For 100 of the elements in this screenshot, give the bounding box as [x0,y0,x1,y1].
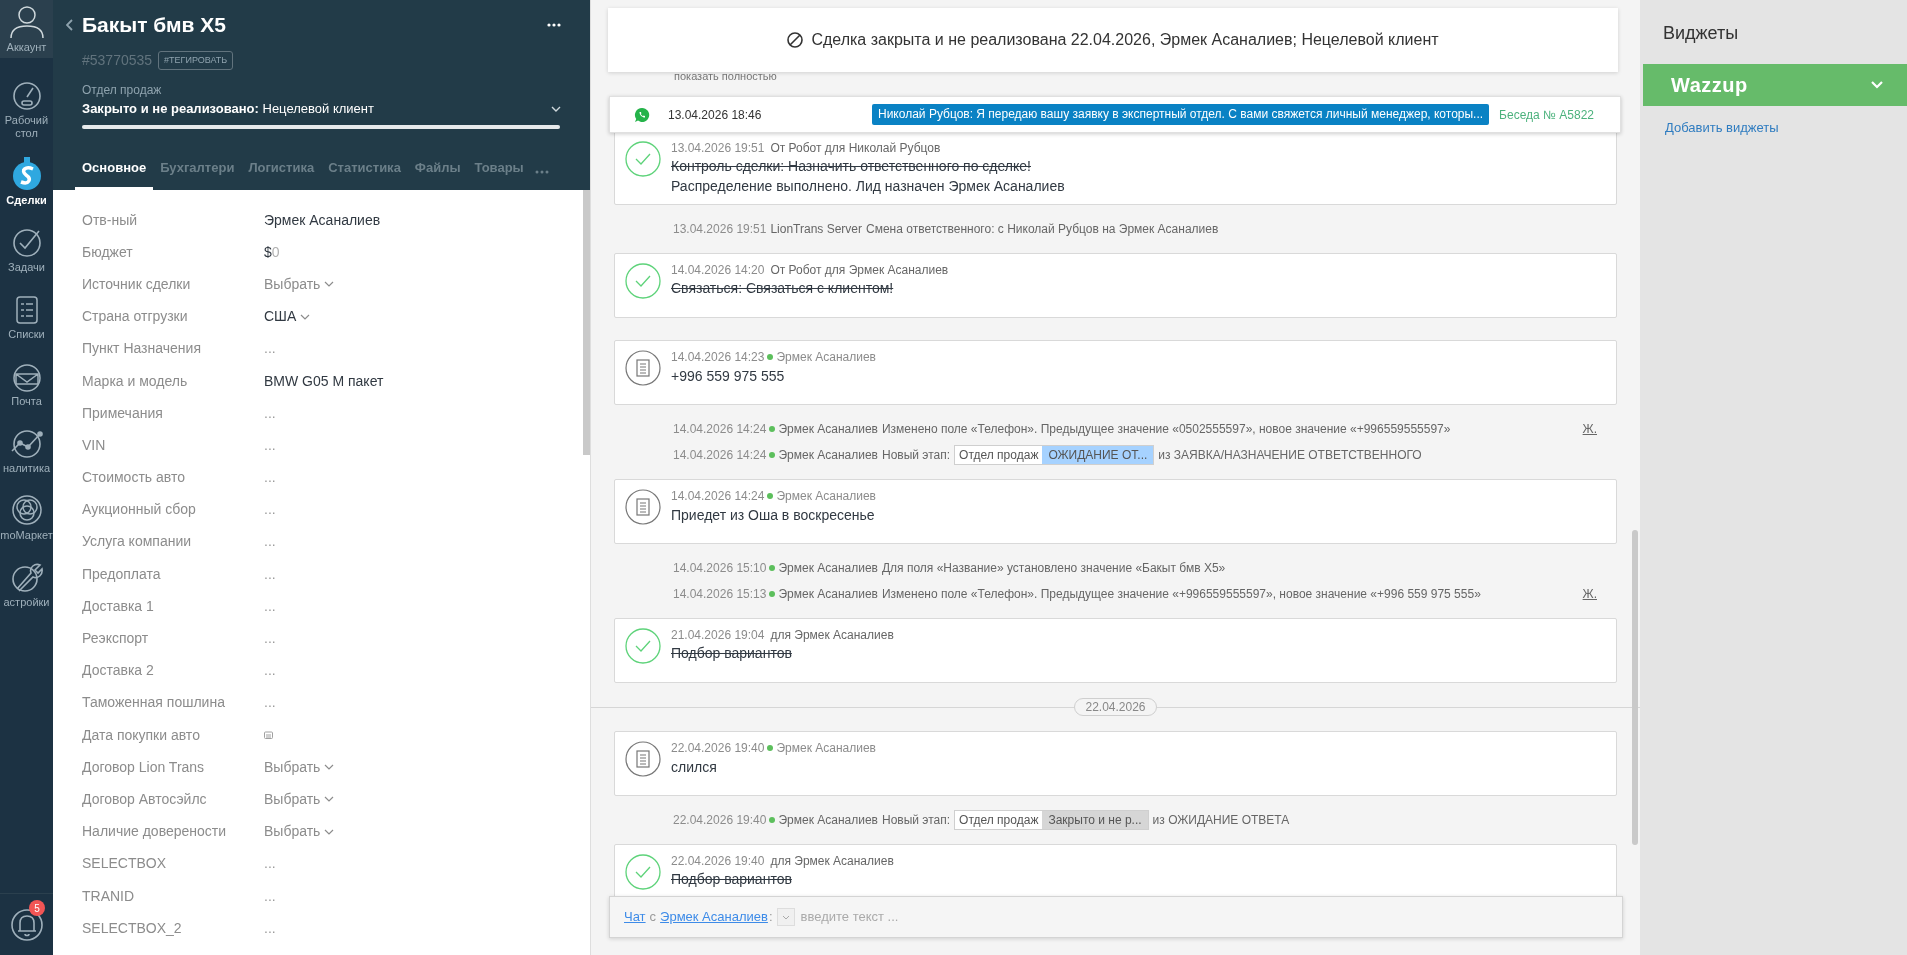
field-label: Страна отгрузки [82,307,189,327]
status-select[interactable]: Закрыто и не реализовано: Нецелевой клиент [82,99,561,119]
field-value[interactable]: ... [264,628,276,650]
field-label: Пункт Назначения [82,339,202,359]
status-banner: Сделка закрыта и не реализована 22.04.2026, Эрмек Асаналиев; Нецелевой клиент [608,8,1618,72]
chat-label: с [649,908,657,927]
check-circle-icon[interactable] [625,141,661,177]
check-circle-icon[interactable] [625,628,661,664]
field-value[interactable]: ... [264,467,276,489]
message-preview[interactable]: Николай Рубцов: Я передаю вашу заявку в экспертный отдел. С вами свяжется личный менеджер, которы... [872,104,1490,125]
task-time: 21.04.2026 19:04 [671,628,765,642]
field-value[interactable]: ... [264,499,276,521]
chevron-icon [324,828,335,835]
field-select[interactable]: США [264,306,311,328]
field-label: Услуга компании [82,532,193,552]
field-value[interactable]: ... [264,595,276,617]
field-value[interactable]: ... [264,692,276,714]
note-meta: 14.04.2026 14:23 Эрмек Асаналиев [671,349,876,365]
event-meta: 22.04.2026 19:40 Эрмек Асаналиев [673,812,878,829]
show-full-link[interactable]: показать полностью [674,70,1617,82]
field-value[interactable]: $0 [264,241,280,263]
field-label: Стоимость авто [82,468,186,488]
field-select[interactable]: Выбрать [264,788,335,810]
tag-button[interactable]: #ТЕГИРОВАТЬ [158,51,234,70]
tab[interactable]: Бухгалтери [153,157,242,190]
field-label: VIN [82,435,107,455]
nav-item[interactable]: moМаркет [0,479,53,546]
note-meta: 14.04.2026 14:24 Эрмек Асаналиев [671,488,876,504]
field-select[interactable]: Выбрать [264,756,335,778]
field-label: Дата покупки авто [82,725,201,745]
chat-bubble-icon [634,106,650,123]
tab[interactable]: Логистика [241,157,322,190]
field-value[interactable]: ... [264,434,276,456]
field-select[interactable]: Выбрать [264,273,335,295]
chat-bar[interactable]: Чат с Эрмек Асаналиев: введите текст ... [609,896,1623,938]
field-label: Отв-ный [82,210,138,230]
nav-item[interactable]: Аккаунт [0,0,53,58]
panel-title: Виджеты [1663,22,1740,45]
nav-item[interactable]: астройки [0,546,53,613]
event-label: Новый этап: [881,447,951,464]
chevron-icon [324,796,335,803]
tab[interactable]: Основное [75,157,154,190]
field-value[interactable]: ... [264,853,276,875]
field-value[interactable]: ... [264,563,276,585]
widget-header[interactable]: Wazzup [1643,64,1907,106]
conversation-link[interactable]: Беседа № A5822 [1499,105,1594,124]
task-meta: для Эрмек Асаналиев [770,628,894,642]
event-label: Новый этап: [881,812,951,829]
note-text: слился [671,758,718,777]
tab[interactable]: Товары [467,157,531,190]
tab[interactable]: Файлы [407,157,468,190]
chevron-icon [781,914,790,920]
check-icon [11,228,42,258]
event-text: из ЗАЯВКА/НАЗНАЧЕНИЕ ОТВЕТСТВЕННОГО [1158,447,1422,464]
field-value[interactable]: ... [264,531,276,553]
field-value[interactable]: ... [264,917,276,939]
task-time: 22.04.2026 19:40 [671,854,765,868]
add-widgets-link[interactable]: Добавить виджеты [1665,118,1907,138]
chevron-icon [324,281,335,288]
note-icon [625,489,661,525]
field-value: BMW G05 M пакет [264,371,384,391]
stage-tag: ОЖИДАНИЕ ОТ... [1042,446,1154,464]
event-text: из ОЖИДАНИЕ ОТВЕТА [1152,812,1290,829]
field-label: SELECTBOX [82,854,168,874]
scrollbar-thumb[interactable] [1632,530,1638,845]
more-icon[interactable] [547,23,561,27]
note-meta: 22.04.2026 19:40 Эрмек Асаналиев [671,740,876,756]
check-circle-icon[interactable] [625,263,661,299]
nav-item[interactable]: налитика [0,412,53,479]
field-value[interactable]: ... [264,338,276,360]
deal-id: #53770535 [82,51,153,70]
calendar-icon[interactable] [264,731,273,740]
check-circle-icon[interactable] [625,854,661,890]
field-label: Наличие доверености [82,822,228,842]
task-meta: От Робот для Николай Рубцов [770,141,941,155]
nav-item[interactable]: Списки [0,278,53,345]
event-meta: 13.04.2026 19:51 LionTrans Server [673,221,862,238]
field-value[interactable]: ... [264,885,276,907]
field-label: Предоплата [82,564,162,584]
nav-item[interactable]: Задачи [0,211,53,278]
task-meta: От Робот для Эрмек Асаналиев [770,263,949,277]
field-label: Реэкспорт [82,629,150,649]
field-label: Договор Lion Trans [82,757,206,777]
message-input[interactable]: введите текст ... [800,907,1608,927]
field-value[interactable]: ... [264,402,276,424]
chat-link[interactable]: Чат [624,907,646,927]
nav-item[interactable]: Рабочий стол [0,58,53,144]
action-link[interactable]: Ж. [1582,585,1597,603]
scrollbar-thumb[interactable] [583,190,590,455]
recipient-dropdown[interactable] [776,908,795,926]
action-link[interactable]: Ж. [1582,420,1597,438]
nav-item[interactable]: Сделки [0,144,53,211]
field-value[interactable]: ... [264,660,276,682]
event-text: Изменено поле «Телефон». Предыдущее значение «+996559555597», новое значение «+996 559 975 555» [881,586,1481,603]
field-select[interactable]: Выбрать [264,821,335,843]
tab[interactable]: Статистика [321,157,408,190]
field-label: Аукционный сбор [82,500,197,520]
back-icon[interactable] [66,19,74,31]
nav-item[interactable]: Почта [0,345,53,412]
contact-link[interactable]: Эрмек Асаналиев [660,907,768,927]
